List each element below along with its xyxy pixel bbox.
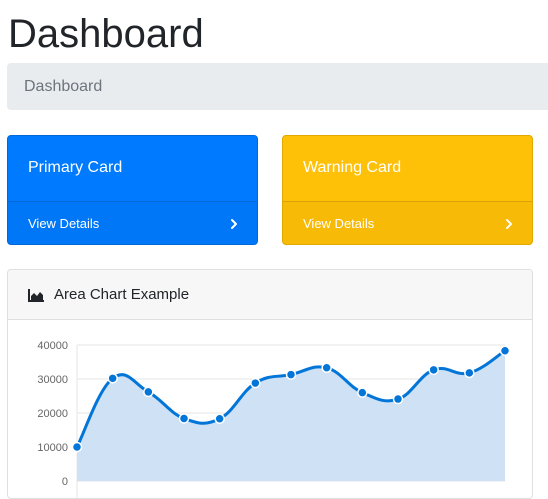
primary-card: Primary Card View Details: [7, 135, 258, 245]
chart-title: Area Chart Example: [54, 286, 190, 303]
y-tick-label: 30000: [37, 374, 68, 386]
data-point: [428, 364, 439, 376]
warning-card-title: Warning Card: [303, 159, 402, 176]
breadcrumb: Dashboard: [7, 63, 548, 110]
data-point: [499, 345, 511, 357]
data-point: [285, 369, 297, 380]
data-point: [71, 441, 83, 453]
page-title: Dashboard: [8, 12, 204, 56]
data-point: [357, 387, 368, 398]
data-point: [214, 413, 225, 425]
chevron-right-icon: [506, 218, 512, 229]
data-point: [464, 367, 475, 379]
primary-card-title: Primary Card: [28, 159, 123, 176]
y-tick-label: 40000: [37, 340, 68, 352]
primary-card-view-details-link[interactable]: View Details: [8, 201, 257, 244]
area-chart: 0 10000 20000 30000 40000: [37, 340, 511, 498]
y-tick-label: 10000: [37, 442, 68, 454]
data-point: [143, 386, 154, 398]
warning-card: Warning Card View Details: [282, 135, 533, 245]
data-point: [250, 377, 261, 389]
data-point: [107, 373, 118, 384]
chevron-right-icon: [231, 218, 237, 229]
y-tick-label: 20000: [37, 408, 68, 420]
data-point: [392, 393, 404, 405]
chart-header: Area Chart Example: [8, 270, 532, 320]
warning-card-view-details-link[interactable]: View Details: [283, 201, 532, 244]
area-chart-icon: [28, 288, 44, 302]
y-tick-label: 0: [62, 476, 68, 488]
data-point: [321, 362, 332, 374]
breadcrumb-item-active: Dashboard: [24, 77, 103, 95]
primary-card-view-details-label: View Details: [28, 216, 100, 231]
warning-card-view-details-label: View Details: [303, 216, 375, 231]
data-point: [178, 413, 190, 424]
area-chart-card: Area Chart Example 0 10000 20000 30000 40000: [7, 269, 533, 499]
